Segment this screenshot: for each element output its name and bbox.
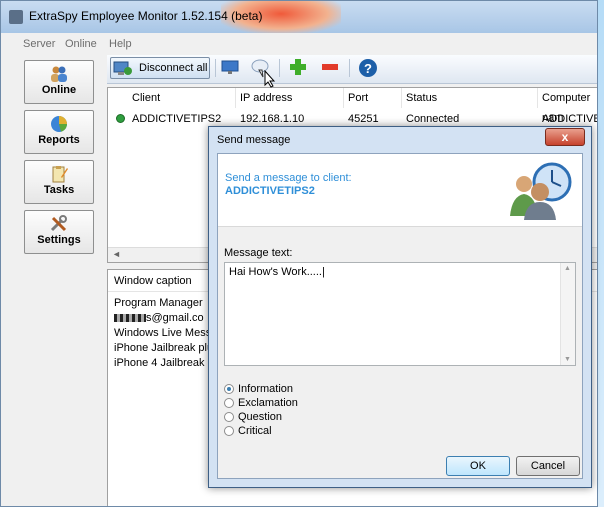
list-item[interactable]: Program Manager	[114, 297, 203, 312]
ok-button[interactable]: OK	[446, 456, 510, 476]
network-icon	[113, 59, 133, 77]
column-header-port[interactable]: Port	[344, 88, 402, 108]
svg-text:?: ?	[364, 61, 372, 76]
disconnect-all-button[interactable]: Disconnect all	[110, 57, 210, 79]
toolbar-separator	[215, 59, 216, 77]
users-icon	[49, 65, 69, 83]
clipboard-pencil-icon	[49, 165, 69, 183]
window-title: ExtraSpy Employee Monitor 1.52.154 (beta…	[29, 9, 263, 23]
dialog-title: Send message	[217, 134, 291, 146]
sidebar: Online Reports Tasks Settings	[21, 57, 101, 506]
radio-information[interactable]: Information	[224, 383, 293, 397]
cancel-button[interactable]: Cancel	[516, 456, 580, 476]
monitor-icon[interactable]	[219, 58, 241, 78]
pie-chart-icon	[49, 115, 69, 133]
disconnect-all-label: Disconnect all	[139, 62, 208, 74]
radio-selected-icon	[224, 384, 234, 394]
sidebar-item-label: Reports	[38, 134, 80, 146]
column-header-client[interactable]: Client	[128, 88, 236, 108]
sidebar-item-label: Online	[41, 84, 77, 96]
menu-server[interactable]: Server	[23, 38, 55, 50]
message-text-label: Message text:	[224, 247, 293, 259]
help-icon[interactable]: ?	[357, 58, 379, 78]
menu-online[interactable]: Online	[65, 38, 97, 50]
title-bar[interactable]: ExtraSpy Employee Monitor 1.52.154 (beta…	[1, 1, 597, 33]
column-header-status[interactable]: Status	[402, 88, 538, 108]
close-icon: x	[561, 130, 569, 144]
radio-critical[interactable]: Critical	[224, 425, 272, 439]
close-button[interactable]: x	[545, 128, 585, 146]
scroll-down-icon[interactable]: ▼	[564, 356, 571, 363]
radio-exclamation[interactable]: Exclamation	[224, 397, 298, 411]
dialog-header: Send a message to client: ADDICTIVETIPS2	[218, 154, 582, 227]
dialog-heading: Send a message to client:	[225, 172, 352, 184]
sidebar-item-tasks[interactable]: Tasks	[24, 160, 94, 204]
app-icon	[9, 10, 23, 24]
menu-help[interactable]: Help	[109, 38, 132, 50]
dialog-client-name: ADDICTIVETIPS2	[225, 185, 315, 197]
message-text-value: Hai How's Work.....|	[229, 266, 325, 278]
column-header-ip[interactable]: IP address	[236, 88, 344, 108]
radio-unselected-icon	[224, 412, 234, 422]
mouse-cursor-icon	[264, 69, 276, 88]
menu-bar: Server Online Help	[1, 35, 597, 53]
redacted-text	[114, 314, 146, 323]
toolbar-separator	[279, 59, 280, 77]
sidebar-item-settings[interactable]: Settings	[24, 210, 94, 254]
sidebar-item-label: Tasks	[43, 184, 75, 196]
tools-icon	[49, 215, 69, 233]
sidebar-item-label: Settings	[37, 234, 81, 246]
status-online-icon	[116, 114, 125, 123]
toolbar-separator	[349, 59, 350, 77]
sidebar-item-reports[interactable]: Reports	[24, 110, 94, 154]
minus-icon[interactable]	[319, 58, 341, 78]
radio-unselected-icon	[224, 398, 234, 408]
column-header-computer[interactable]: Computer nam	[538, 88, 597, 124]
toolbar: Disconnect all ?	[107, 55, 597, 84]
radio-unselected-icon	[224, 426, 234, 436]
dialog-title-bar[interactable]: Send message x	[209, 127, 591, 153]
scroll-left-icon[interactable]: ◄	[112, 249, 121, 259]
sidebar-item-online[interactable]: Online	[24, 60, 94, 104]
dialog-body: Send a message to client: ADDICTIVETIPS2…	[217, 153, 583, 479]
scroll-up-icon[interactable]: ▲	[564, 265, 571, 272]
send-message-dialog: Send message x Send a message to client:…	[208, 126, 592, 488]
message-text-input[interactable]: Hai How's Work.....| ▲ ▼	[224, 262, 576, 366]
plus-icon[interactable]	[287, 58, 309, 78]
vertical-scrollbar[interactable]: ▲ ▼	[560, 263, 575, 365]
list-item[interactable]: s@gmail.co	[114, 312, 204, 327]
users-clock-icon	[508, 160, 576, 220]
radio-question[interactable]: Question	[224, 411, 282, 425]
